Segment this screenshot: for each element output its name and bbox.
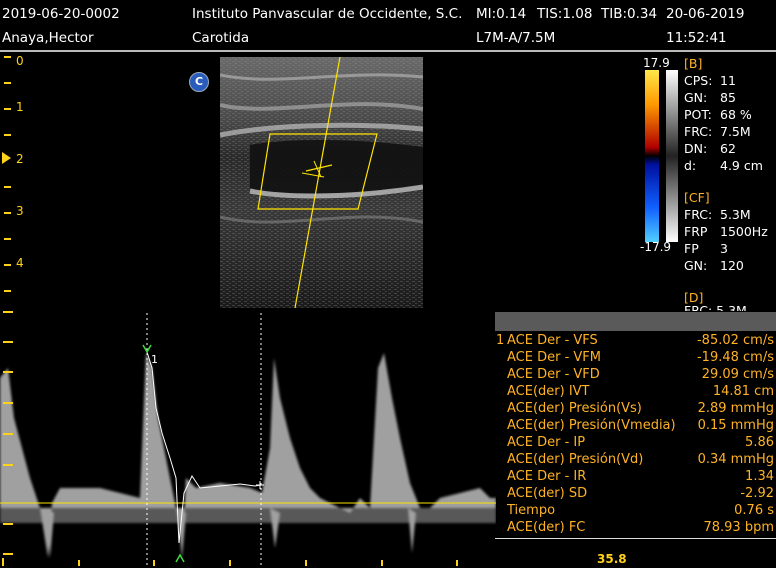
param-value: 120 [720,258,744,273]
measurement-panel-header [495,312,776,331]
depth-label-1: 1 [16,100,24,114]
b-params-title: [B] [684,56,703,71]
param-value: 85 [720,90,736,105]
measurement-panel: 1 ACE Der - VFS -85.02 cm/s ACE Der - VFM… [495,333,776,537]
param-value: 3 [720,241,728,256]
measurement-row: ACE(der) SD -2.92 [507,486,774,501]
depth-label-0: 0 [16,54,24,68]
bmode-image[interactable] [220,57,423,308]
measurement-row: ACE Der - IP 5.86 [507,435,774,450]
probe-label: L7M-A/7.5M [476,30,556,46]
param-cut: FRC: 5.3M [684,305,747,311]
trough-caliper-icon[interactable] [175,553,185,563]
color-velocity-bar [645,70,678,242]
measurement-row: ACE(der) FC 78.93 bpm [507,520,774,535]
peak-cursor-label: 1 [151,353,158,366]
cf-params-title: [CF] [684,190,710,205]
param-value: 4.9 cm [720,158,763,173]
param-key: FP [684,241,699,256]
patient-name: Anaya,Hector [2,30,94,46]
measurement-row: Tiempo 0.76 s [507,503,774,518]
institution-name: Instituto Panvascular de Occidente, S.C. [192,6,463,22]
depth-label-3: 3 [16,204,24,218]
measurement-row: ACE(der) Presión(Vs) 2.89 mmHg [507,401,774,416]
param-key: POT: [684,107,712,122]
param-value: 62 [720,141,736,156]
mi-index: MI:0.14 [476,6,527,22]
focus-marker-icon [2,152,11,164]
exam-time: 11:52:41 [666,30,727,46]
d-params-title: [D] [684,290,704,305]
exam-type: Carotida [192,30,250,46]
param-key: FRP [684,224,708,239]
spectral-doppler[interactable] [0,308,496,568]
exam-date: 20-06-2019 [666,6,745,22]
measurement-row: ACE(der) IVT 14.81 cm [507,384,774,399]
patient-id: 2019-06-20-0002 [2,6,120,22]
depth-label-2: 2 [16,152,24,166]
measurement-row: ACE Der - IR 1.34 [507,469,774,484]
param-value: 7.5M [720,124,751,139]
measurement-panel-footer [495,538,776,539]
tis-index: TIS:1.08 [537,6,593,22]
param-key: FRC: [684,124,713,139]
measurement-row: ACE Der - VFM -19.48 cm/s [507,350,774,365]
depth-label-4: 4 [16,256,24,270]
param-key: DN: [684,141,708,156]
header-divider [0,50,776,52]
param-key: GN: [684,258,708,273]
param-key: CPS: [684,73,713,88]
color-bar-max: 17.9 [643,56,670,70]
param-value: 11 [720,73,736,88]
bottom-readout: 35.8 [597,552,627,566]
color-bar-min: -17.9 [640,240,672,254]
measurement-row: ACE(der) Presión(Vd) 0.34 mmHg [507,452,774,467]
param-key: GN: [684,90,708,105]
tib-index: TIB:0.34 [601,6,658,22]
param-value: 68 % [720,107,752,122]
measurement-row: ACE Der - VFD 29.09 cm/s [507,367,774,382]
param-value: 5.3M [720,207,751,222]
param-key: FRC: [684,207,713,222]
param-key: d: [684,158,697,173]
measurement-row: ACE(der) Presión(Vmedia) 0.15 mmHg [507,418,774,433]
orientation-marker-icon: C [189,72,209,92]
measurement-row: ACE Der - VFS -85.02 cm/s [507,333,774,348]
doppler-spectrum [0,353,496,558]
param-value: 1500Hz [720,224,768,239]
